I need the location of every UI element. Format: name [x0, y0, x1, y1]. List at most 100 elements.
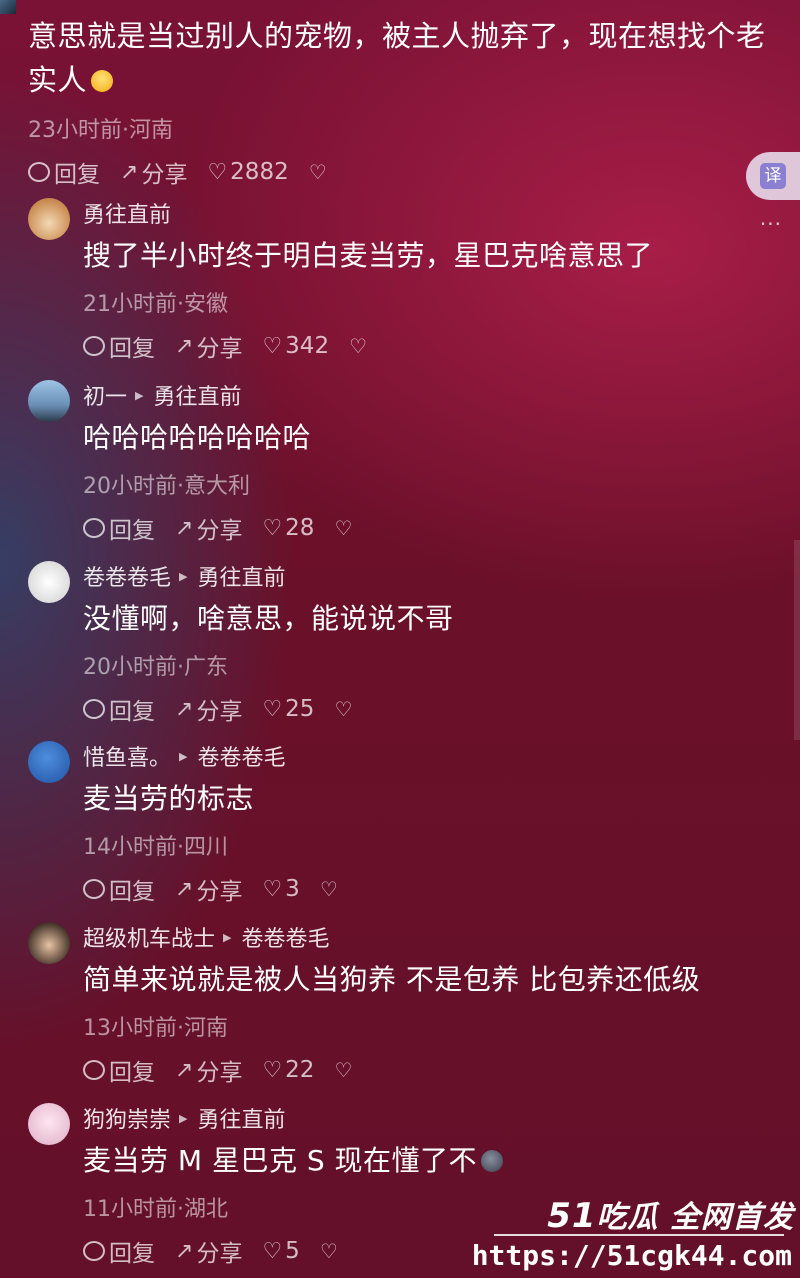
comment-actions: 回复 ↗ 分享 ♡ 3 ♡ — [83, 869, 748, 909]
more-options-icon[interactable]: ··· — [760, 212, 782, 236]
heart-icon: ♡ — [262, 1238, 283, 1264]
like-count: 5 — [285, 1238, 300, 1264]
corner-avatar — [0, 0, 16, 14]
translate-button[interactable]: 译 — [746, 152, 800, 200]
heart-icon: ♡ — [262, 696, 283, 722]
like-count: 25 — [285, 696, 315, 722]
like-button[interactable]: ♡ 5 — [262, 1238, 299, 1264]
reply-to-user[interactable]: 勇往直前 — [153, 379, 241, 411]
username[interactable]: 超级机车战士 — [83, 921, 215, 953]
comment-actions: 回复 ↗ 分享 ♡ 25 ♡ — [83, 689, 748, 729]
reply-arrow-icon: ▶ — [223, 930, 232, 944]
comment-item: 初一 ▶ 勇往直前 哈哈哈哈哈哈哈哈 20小时前·意大利 回复 ↗ 分享 ♡ 28 ♡ — [28, 380, 748, 548]
dislike-button[interactable]: ♡ — [349, 334, 367, 358]
share-icon: ↗ — [175, 1238, 194, 1264]
like-count: 2882 — [230, 159, 289, 185]
reply-button[interactable]: 回复 — [83, 1234, 155, 1268]
dislike-button[interactable]: ♡ — [334, 697, 352, 721]
reply-button[interactable]: 回复 — [83, 692, 155, 726]
share-icon: ↗ — [175, 1057, 194, 1083]
reply-icon — [28, 162, 50, 182]
like-button[interactable]: ♡ 342 — [262, 333, 329, 359]
dislike-button[interactable]: ♡ — [309, 160, 327, 184]
translate-icon: 译 — [760, 163, 786, 189]
reply-to-user[interactable]: 勇往直前 — [197, 560, 285, 592]
reply-to-user[interactable]: 勇往直前 — [197, 1102, 285, 1134]
reply-button[interactable]: 回复 — [83, 329, 155, 363]
comment-item: 卷卷卷毛 ▶ 勇往直前 没懂啊，啥意思，能说说不哥 20小时前·广东 回复 ↗ 分享 … — [28, 561, 748, 729]
comment-meta: 21小时前·安徽 — [83, 292, 228, 317]
comment-text: 没懂啊，啥意思，能说说不哥 — [83, 602, 454, 635]
dislike-button[interactable]: ♡ — [320, 877, 338, 901]
comment-item: 惜鱼喜。 ▶ 卷卷卷毛 麦当劳的标志 14小时前·四川 回复 ↗ 分享 ♡ 3 ♡ — [28, 741, 748, 909]
heart-icon: ♡ — [262, 876, 283, 902]
comment-text: 简单来说就是被人当狗养 不是包养 比包养还低级 — [83, 963, 701, 996]
comment-meta: 14小时前·四川 — [83, 835, 228, 860]
watermark: 51吃瓜 全网首发 https://51cgk44.com — [472, 1192, 794, 1272]
comment-item: 勇往直前 搜了半小时终于明白麦当劳，星巴克啥意思了 21小时前·安徽 回复 ↗ 分… — [28, 198, 748, 366]
laugh-emoji-icon — [91, 70, 114, 92]
comment-actions: 回复 ↗ 分享 ♡ 342 ♡ — [83, 326, 748, 366]
reply-button[interactable]: 回复 — [28, 155, 100, 189]
comment-text: 哈哈哈哈哈哈哈哈 — [83, 421, 312, 454]
avatar[interactable] — [28, 1103, 70, 1145]
scrollbar[interactable] — [794, 540, 800, 740]
reply-button[interactable]: 回复 — [83, 511, 155, 545]
comment-text: 意思就是当过别人的宠物，被主人抛弃了，现在想找个老实人 — [28, 19, 766, 97]
like-count: 342 — [285, 333, 330, 359]
share-button[interactable]: ↗ 分享 — [175, 1053, 242, 1087]
like-count: 28 — [285, 515, 315, 541]
like-button[interactable]: ♡ 22 — [262, 1057, 314, 1083]
reply-icon — [83, 699, 105, 719]
dislike-button[interactable]: ♡ — [320, 1239, 338, 1263]
like-count: 22 — [285, 1057, 315, 1083]
like-button[interactable]: ♡ 25 — [262, 696, 314, 722]
avatar[interactable] — [28, 741, 70, 783]
avatar[interactable] — [28, 561, 70, 603]
reply-arrow-icon: ▶ — [179, 569, 188, 583]
share-icon: ↗ — [120, 159, 139, 185]
comment-text: 麦当劳的标志 — [83, 782, 255, 815]
comment-text: 搜了半小时终于明白麦当劳，星巴克啥意思了 — [83, 239, 654, 272]
avatar[interactable] — [28, 922, 70, 964]
like-button[interactable]: ♡ 2882 — [207, 159, 288, 185]
dislike-button[interactable]: ♡ — [334, 1058, 352, 1082]
username[interactable]: 卷卷卷毛 — [83, 560, 171, 592]
username[interactable]: 狗狗崇崇 — [83, 1102, 171, 1134]
comment-text: 麦当劳 M 星巴克 S 现在懂了不 — [83, 1144, 478, 1177]
like-count: 3 — [285, 876, 300, 902]
broken-heart-icon: ♡ — [349, 334, 368, 358]
reply-arrow-icon: ▶ — [135, 388, 144, 402]
share-button[interactable]: ↗ 分享 — [175, 692, 242, 726]
share-button[interactable]: ↗ 分享 — [175, 511, 242, 545]
share-button[interactable]: ↗ 分享 — [120, 155, 187, 189]
username[interactable]: 勇往直前 — [83, 197, 171, 229]
top-comment: 意思就是当过别人的宠物，被主人抛弃了，现在想找个老实人 23小时前·河南 回复 … — [28, 14, 778, 192]
like-button[interactable]: ♡ 28 — [262, 515, 314, 541]
comment-meta: 23小时前·河南 — [28, 118, 173, 143]
share-button[interactable]: ↗ 分享 — [175, 329, 242, 363]
username[interactable]: 初一 — [83, 379, 127, 411]
avatar[interactable] — [28, 198, 70, 240]
reply-button[interactable]: 回复 — [83, 1053, 155, 1087]
share-icon: ↗ — [175, 696, 194, 722]
reply-icon — [83, 336, 105, 356]
share-button[interactable]: ↗ 分享 — [175, 1234, 242, 1268]
reply-to-user[interactable]: 卷卷卷毛 — [197, 740, 285, 772]
reply-icon — [83, 518, 105, 538]
like-button[interactable]: ♡ 3 — [262, 876, 299, 902]
reply-button[interactable]: 回复 — [83, 872, 155, 906]
share-button[interactable]: ↗ 分享 — [175, 872, 242, 906]
heart-icon: ♡ — [262, 515, 283, 541]
reply-arrow-icon: ▶ — [179, 1111, 188, 1125]
username[interactable]: 惜鱼喜。 — [83, 740, 171, 772]
reply-to-user[interactable]: 卷卷卷毛 — [241, 921, 329, 953]
comment-actions: 回复 ↗ 分享 ♡ 28 ♡ — [83, 508, 748, 548]
avatar[interactable] — [28, 380, 70, 422]
dislike-button[interactable]: ♡ — [334, 516, 352, 540]
broken-heart-icon: ♡ — [319, 877, 338, 901]
comment-actions: 回复 ↗ 分享 ♡ 2882 ♡ — [28, 152, 778, 192]
comment-meta: 20小时前·意大利 — [83, 474, 250, 499]
reply-icon — [83, 1241, 105, 1261]
comment-meta: 20小时前·广东 — [83, 655, 228, 680]
